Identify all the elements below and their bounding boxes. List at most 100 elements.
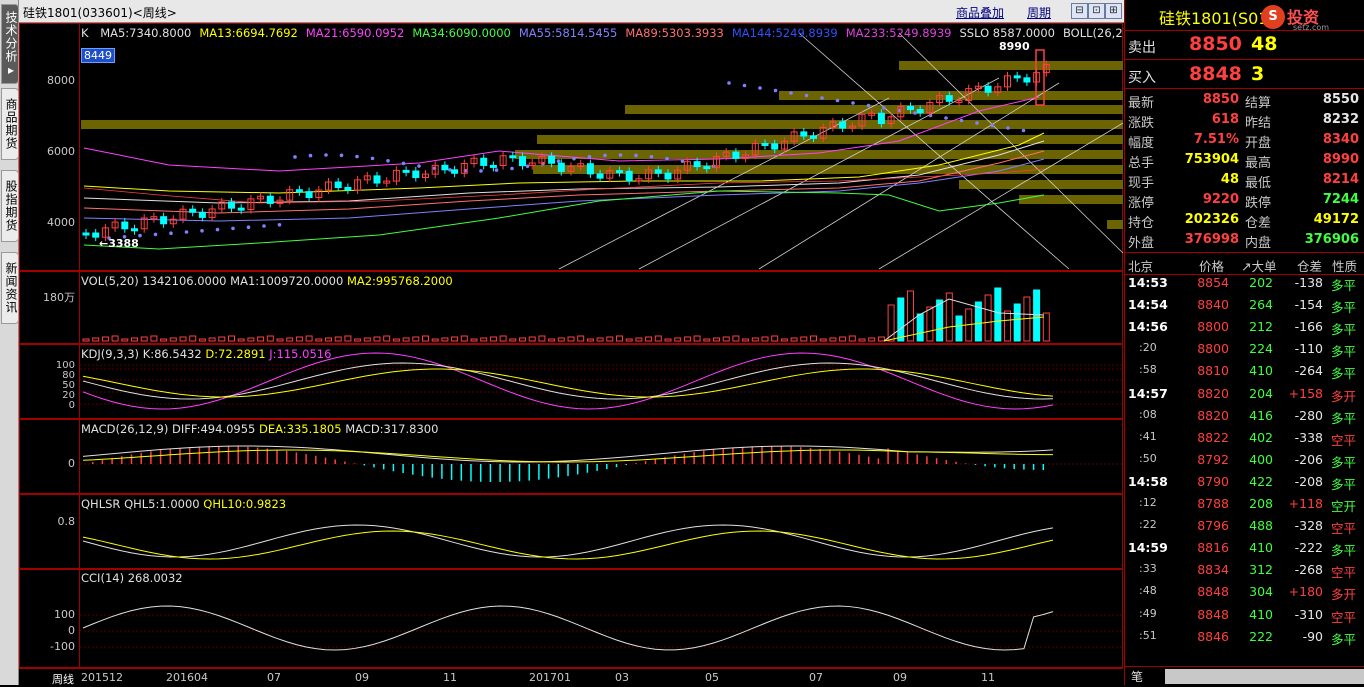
tab-commodity-futures[interactable]: 商品期货 <box>1 88 19 160</box>
trade-price: 8822 <box>1197 429 1229 445</box>
candle-body <box>916 109 924 114</box>
trade-row[interactable]: 14:53 8854 202 -138 多平 <box>1125 275 1363 297</box>
trade-volume: 222 <box>1249 628 1273 644</box>
trade-price: 8820 <box>1197 407 1229 423</box>
trade-time: 14:57 <box>1128 385 1168 401</box>
x-tick-label: 05 <box>705 671 719 684</box>
volume-bar <box>334 336 342 342</box>
trade-row[interactable]: :58 8810 410 -264 多平 <box>1125 363 1363 385</box>
trade-row[interactable]: 14:59 8816 410 -222 多平 <box>1125 540 1363 562</box>
trade-row[interactable]: :50 8792 400 -206 多平 <box>1125 452 1363 474</box>
sar-dot <box>944 116 948 120</box>
trade-nature: 多平 <box>1331 454 1357 470</box>
x-tick-label: 09 <box>893 671 907 684</box>
trade-row[interactable]: :51 8846 222 -90 多平 <box>1125 629 1363 651</box>
sar-dot <box>835 98 840 103</box>
trade-oi-change: -138 <box>1294 275 1323 290</box>
candle-body <box>92 232 100 238</box>
kdj-title: KDJ(9,3,3) <box>81 347 140 361</box>
trade-row[interactable]: :49 8848 410 -310 空平 <box>1125 607 1363 629</box>
volume-bar <box>664 338 672 342</box>
stat-value: 8850 <box>1202 92 1239 107</box>
candle-body <box>334 181 342 188</box>
volume-bar <box>693 335 701 342</box>
trade-oi-change: -264 <box>1294 363 1323 379</box>
trade-volume: 312 <box>1249 562 1273 578</box>
candle-body <box>654 169 662 174</box>
tab-technical-analysis[interactable]: 技术分析▸ <box>1 4 19 84</box>
volume-bar <box>732 335 740 342</box>
sar-dot <box>851 101 855 105</box>
volume-bar <box>761 336 769 342</box>
volume-bar <box>926 306 934 342</box>
volume-bar <box>344 335 352 342</box>
trade-row[interactable]: 14:56 8800 212 -166 多平 <box>1125 319 1363 341</box>
footer-tab-ticks[interactable]: 笔 <box>1131 668 1143 685</box>
sar-dot <box>479 169 483 173</box>
trade-row[interactable]: 14:57 8820 204 +158 多开 <box>1125 386 1363 408</box>
volume-bar <box>722 336 730 342</box>
x-tick-label: 201512 <box>81 671 123 684</box>
trade-price: 8854 <box>1197 275 1229 290</box>
trade-time: :41 <box>1139 429 1157 443</box>
volume-bar <box>82 338 90 342</box>
trade-row[interactable]: :08 8820 416 -280 多平 <box>1125 408 1363 430</box>
trade-nature: 多平 <box>1331 543 1357 559</box>
trade-oi-change: -310 <box>1294 606 1323 622</box>
sar-dot <box>355 154 359 159</box>
trade-row[interactable]: 14:54 8840 264 -154 多平 <box>1125 297 1363 319</box>
commodity-overlay-link[interactable]: 商品叠加 <box>956 4 1004 21</box>
volume-profile-bar <box>81 120 1123 129</box>
restore-button[interactable]: ⊡ <box>1088 3 1105 19</box>
candle-body <box>693 161 701 168</box>
maximize-button[interactable]: ⊞ <box>1105 3 1122 19</box>
minimize-button[interactable]: ⊟ <box>1071 3 1088 19</box>
volume-bar <box>363 337 371 342</box>
trade-row[interactable]: :33 8834 312 -268 空平 <box>1125 562 1363 584</box>
tab-news[interactable]: 新闻资讯 <box>1 252 19 324</box>
trade-row[interactable]: :22 8796 488 -328 空平 <box>1125 518 1363 540</box>
volume-bar <box>897 297 905 342</box>
volume-bar <box>315 338 323 342</box>
kdj-j-line <box>82 352 1054 410</box>
ma-label: MA89:5303.3933 <box>625 26 724 40</box>
cci-y-minus100: -100 <box>50 640 75 653</box>
buy-volume: 3 <box>1251 63 1265 85</box>
sar-dot <box>758 86 762 90</box>
y-label-6000: 6000 <box>47 145 75 158</box>
quote-footer: 笔 <box>1125 666 1364 686</box>
quote-panel: 硅铁1801(S01) S 投资 setz.com 卖出 8850 48 买入 … <box>1124 0 1364 686</box>
stat-label: 幅度 <box>1128 136 1155 151</box>
stat-label: 涨跌 <box>1128 116 1155 131</box>
trade-nature: 空平 <box>1331 521 1357 537</box>
qhlsr-y-label: 0.8 <box>57 515 76 528</box>
volume-bar <box>189 335 197 342</box>
ma-label: MA55:5814.5455 <box>518 26 618 40</box>
candle-body <box>1023 77 1031 83</box>
volume-bar <box>538 335 546 342</box>
tab-index-futures[interactable]: 股指期货 <box>1 170 19 242</box>
trade-row[interactable]: 14:58 8790 422 -208 多平 <box>1125 474 1363 496</box>
trade-time: :49 <box>1139 606 1157 620</box>
trade-row[interactable]: :48 8848 304 +180 多开 <box>1125 584 1363 606</box>
volume-profile-bar <box>1107 220 1123 229</box>
volume-bar <box>489 336 497 342</box>
chart-area[interactable]: K MA5:7340.8000 MA13:6694.7692 MA21:6590.0… <box>19 23 1190 668</box>
quote-header: 硅铁1801(S01) S 投资 setz.com <box>1125 0 1364 32</box>
volume-bar <box>800 336 808 342</box>
trade-row[interactable]: :41 8822 402 -338 空平 <box>1125 430 1363 452</box>
trade-list[interactable]: 14:53 8854 202 -138 多平 14:54 8840 264 -154 多平 14:5… <box>1125 275 1364 665</box>
candle-body <box>198 211 206 218</box>
volume-bar <box>402 337 410 342</box>
trade-time: 14:58 <box>1128 473 1168 489</box>
candle-body <box>586 163 594 175</box>
trade-row[interactable]: :20 8800 224 -110 多平 <box>1125 341 1363 363</box>
period-link[interactable]: 周期 <box>1027 4 1051 21</box>
volume-bar <box>383 335 391 342</box>
volume-bar <box>276 338 284 342</box>
volume-bar <box>810 335 817 342</box>
trade-price: 8810 <box>1197 363 1229 379</box>
trade-nature: 多平 <box>1331 476 1357 492</box>
trade-row[interactable]: :12 8788 208 +118 空开 <box>1125 496 1363 518</box>
stat-label: 最新 <box>1128 96 1155 111</box>
